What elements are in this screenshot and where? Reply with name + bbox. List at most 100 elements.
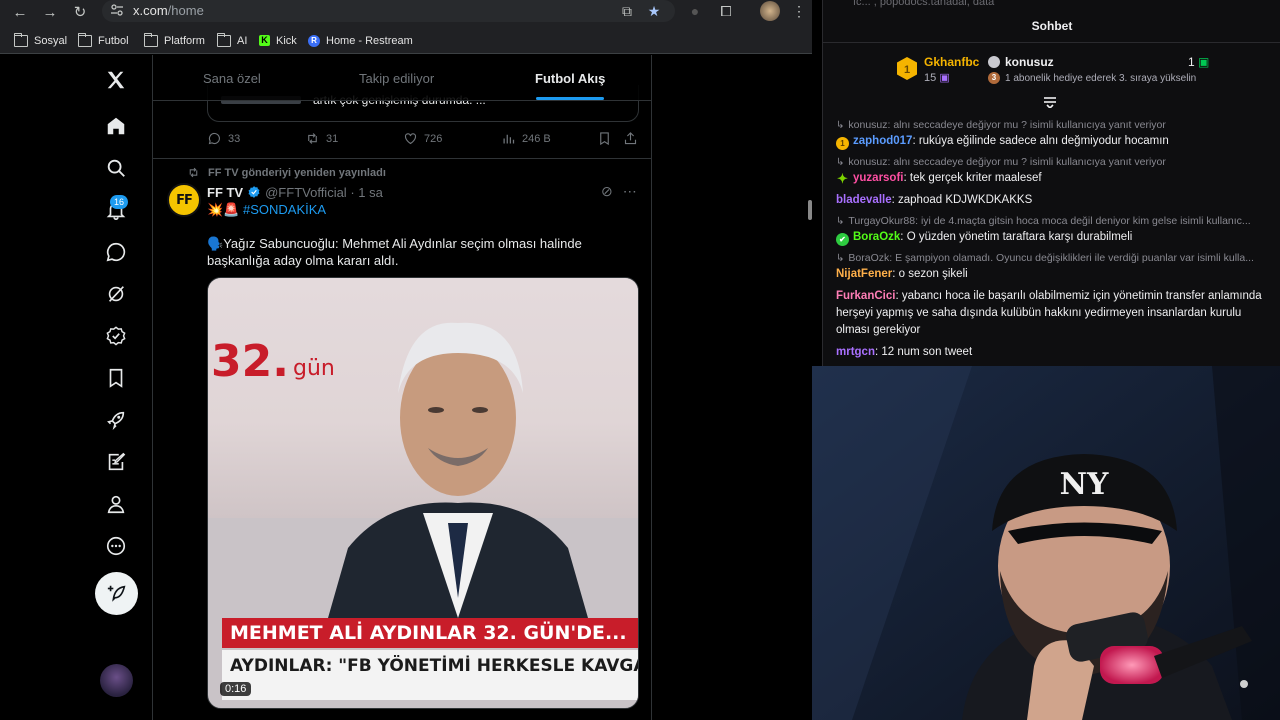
search-icon[interactable] [103,155,129,181]
page-scrollbar-thumb[interactable] [808,200,812,220]
premium-check-icon[interactable] [103,323,129,349]
user-gift-count-value: 1 [1188,55,1195,69]
folder-icon [144,32,158,47]
timeline: artık çok genişlemiş durumda. ... Sana ö… [152,55,652,720]
reply-context-text: konusuz: alnı seccadeye değiyor mu ? isi… [848,156,1166,168]
reply-action[interactable]: 33 [207,131,240,146]
collapse-leaderboard-icon[interactable] [1043,96,1057,108]
leaderboard-hint: 3 1 abonelik hediye ederek 3. sıraya yüks… [988,72,1196,84]
x-logo-icon[interactable] [103,67,129,93]
bookmarks-icon[interactable] [103,365,129,391]
tweet-time[interactable]: · 1 sa [350,185,383,200]
top-gifter-count-value: 15 [924,72,937,84]
chat-message-text: 12 num son tweet [881,346,973,358]
chat-message[interactable]: ↳ konusuz: alnı seccadeye değiyor mu ? is… [836,155,1266,187]
chat-message-text: tek gerçek kriter maalesef [909,172,1042,184]
chat-message[interactable]: FurkanCici: yabancı hoca ile başarılı ol… [836,288,1266,339]
menu-kebab-icon[interactable]: ⋮ [790,2,808,20]
chat-username[interactable]: FurkanCici [836,290,895,302]
reply-context-text: konusuz: alnı seccadeye değiyor mu ? isi… [848,119,1166,131]
verified-badge-icon: ✔ [836,233,849,246]
bookmark-futbol[interactable]: Futbol [78,32,129,48]
gift-leaderboard[interactable]: 1 Gkhanfbc 15 ▣ konusuz 3 1 abonelik hedi… [896,52,1216,90]
chat-message[interactable]: ↳ TurgayOkur88: iyi de 4.maçta gitsin hoc… [836,214,1266,246]
rocket-icon[interactable] [103,407,129,433]
repost-icon [308,133,317,144]
bookmark-kick[interactable]: K Kick [259,33,297,48]
x-sidebar: 16 [0,55,152,720]
messages-chat-icon[interactable] [103,239,129,265]
forward-arrow-icon[interactable]: → [39,2,61,24]
more-options-icon[interactable]: ⋯ [623,183,637,200]
account-avatar[interactable] [100,664,133,697]
top-gifter-name: Gkhanfbc [924,55,980,69]
profile-avatar[interactable] [760,1,780,21]
author-handle[interactable]: @FFTVofficial [265,185,347,200]
chat-message[interactable]: ↳ BoraOzk: E şampiyon olamadı. Oyuncu değ… [836,251,1266,283]
tab-sana-ozel[interactable]: Sana özel [203,71,261,86]
more-circle-icon[interactable] [103,533,129,559]
address-bar[interactable]: x.com/home ⧉ ★ [102,0,675,22]
compose-post-button[interactable] [95,572,138,615]
grok-explain-icon[interactable]: ⊘ [601,183,613,200]
chat-username[interactable]: NijatFener [836,268,892,280]
sparkle-badge-icon: ✦ [837,171,848,186]
bookmark-sosyal[interactable]: Sosyal [14,32,67,48]
views-chart-icon [503,134,515,144]
chat-username[interactable]: bladevalle [836,194,892,206]
bookmark-label: Platform [164,34,205,47]
reply-context: ↳ konusuz: alnı seccadeye değiyor mu ? is… [836,155,1266,170]
chat-title-divider [823,42,1280,43]
chat-username[interactable]: BoraOzk [853,231,900,243]
repost-context-text: FF TV gönderiyi yeniden yayınladı [208,166,386,179]
repost-action[interactable]: 31 [305,131,338,146]
tab-takip-ediliyor[interactable]: Takip ediliyor [359,71,434,86]
share-action[interactable] [623,131,644,146]
grok-icon[interactable] [103,281,129,307]
leaderboard-hint-text: 1 abonelik hediye ederek 3. sıraya yükse… [1005,72,1197,84]
bookmark-label: Home - Restream [326,34,413,47]
video-person-figure [328,322,588,618]
bookmark-platform[interactable]: Platform [144,32,205,48]
bookmark-star-icon[interactable]: ★ [645,2,663,20]
tweet-video[interactable]: 32. gün MEHMET ALİ AYDINLAR 32. GÜN'DE..… [207,277,639,709]
avatar-logo-text: FF [176,192,193,208]
chat-message[interactable]: bladevalle: zaphoad KDJWKDKAKKS [836,192,1266,209]
back-arrow-icon[interactable]: ← [9,2,31,24]
chat-username[interactable]: mrtgcn [836,346,875,358]
reply-arrow-icon: ↳ [836,120,845,131]
tweet-divider [153,158,651,159]
streamer-webcam: NY [812,366,1280,720]
reply-arrow-icon: ↳ [836,253,845,264]
chat-username[interactable]: yuzarsofi [853,172,904,184]
chat-message[interactable]: ↳ konusuz: alnı seccadeye değiyor mu ? is… [836,118,1266,150]
reply-context-text: TurgayOkur88: iyi de 4.maçta gitsin hoca… [848,215,1251,227]
notification-badge: 16 [110,195,128,209]
reload-icon[interactable]: ↻ [69,2,91,24]
folder-icon [78,32,92,47]
tab-futbol-akis[interactable]: Futbol Akış [535,71,605,86]
site-settings-icon[interactable] [110,3,124,17]
feather-plus-icon [107,585,125,602]
extensions-puzzle-icon[interactable]: ⧠ [717,2,735,20]
bookmark-restream[interactable]: R Home - Restream [308,33,413,48]
profile-icon[interactable] [103,491,129,517]
browser-window: ← → ↻ x.com/home ⧉ ★ ● ⧠ ⋮ Sosyal Futbol… [0,0,812,720]
ff-tv-avatar[interactable]: FF [167,183,201,217]
articles-icon[interactable] [103,449,129,475]
bookmark-action[interactable] [597,131,618,146]
current-user: konusuz [988,55,1054,69]
install-app-icon[interactable]: ⧉ [618,2,636,20]
chat-message-text: rukúya eğilinde sadece alnı değmiyodur h… [918,135,1169,147]
author-name[interactable]: FF TV [207,185,243,200]
views-action[interactable]: 246 B [501,131,551,146]
like-action[interactable]: 726 [403,131,442,146]
bookmark-ai[interactable]: AI [217,32,247,48]
top-gifter-count: 15 ▣ [924,71,950,84]
chat-message-text: o sezon şikeli [898,268,968,280]
chat-username[interactable]: zaphod017 [853,135,912,147]
home-icon[interactable] [103,113,129,139]
chat-message[interactable]: mrtgcn: 12 num son tweet [836,344,1266,361]
extension-dot-icon[interactable]: ● [686,2,704,20]
hashtag-link[interactable]: #SONDAKİKA [243,202,326,217]
